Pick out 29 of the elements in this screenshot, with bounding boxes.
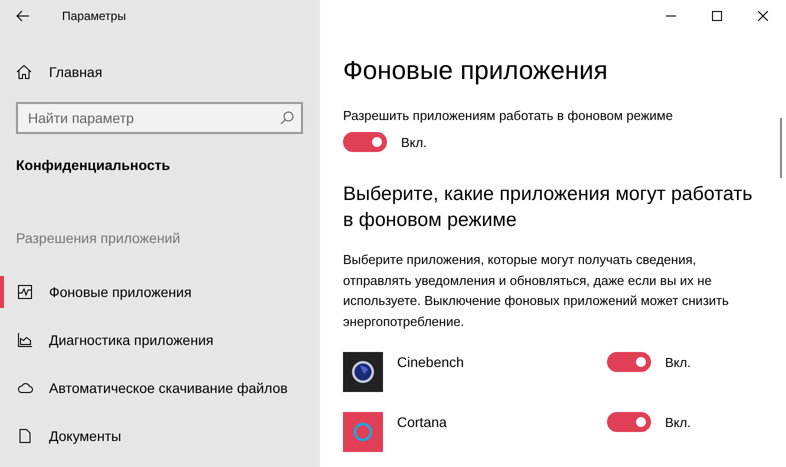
toggle-switch[interactable] (343, 132, 387, 152)
activity-chart-icon (17, 284, 33, 300)
search-icon (280, 111, 294, 125)
app-name: Cinebench (397, 354, 465, 370)
home-link[interactable]: Главная (16, 56, 320, 88)
cloud-icon (17, 380, 33, 396)
section-heading: Конфиденциальность (16, 157, 172, 173)
scrollbar[interactable] (780, 118, 782, 178)
search-field[interactable]: Найти параметр (16, 102, 303, 134)
toggle-state-label: Вкл. (665, 354, 691, 370)
cortana-app-icon (343, 412, 383, 452)
close-icon (758, 11, 768, 21)
window-title: Параметры (62, 9, 126, 23)
toggle-switch[interactable] (607, 412, 651, 432)
home-icon (16, 64, 32, 80)
cinebench-app-icon (343, 352, 383, 392)
document-icon (17, 428, 33, 444)
maximize-icon (712, 11, 722, 21)
toggle-state-label: Вкл. (665, 414, 691, 430)
setting-label: Разрешить приложениям работать в фоновом режиме (343, 108, 674, 123)
chart-icon (17, 332, 33, 348)
toggle-state-label: Вкл. (401, 134, 427, 150)
toggle-switch[interactable] (607, 352, 651, 372)
group-label: Разрешения приложений (16, 230, 182, 246)
description-text: Выберите приложения, которые могут получать сведения, отправлять уведомления и обновляться, даже если вы их не используете. Выключение фоновых приложений может снизить энергопотребление. (343, 251, 730, 331)
page-title: Фоновые приложения (343, 55, 609, 86)
app-name: Cortana (397, 414, 448, 430)
section-heading: Выберите, какие приложения могут работать в фоновом режиме (343, 182, 754, 233)
back-arrow-icon (16, 10, 30, 22)
